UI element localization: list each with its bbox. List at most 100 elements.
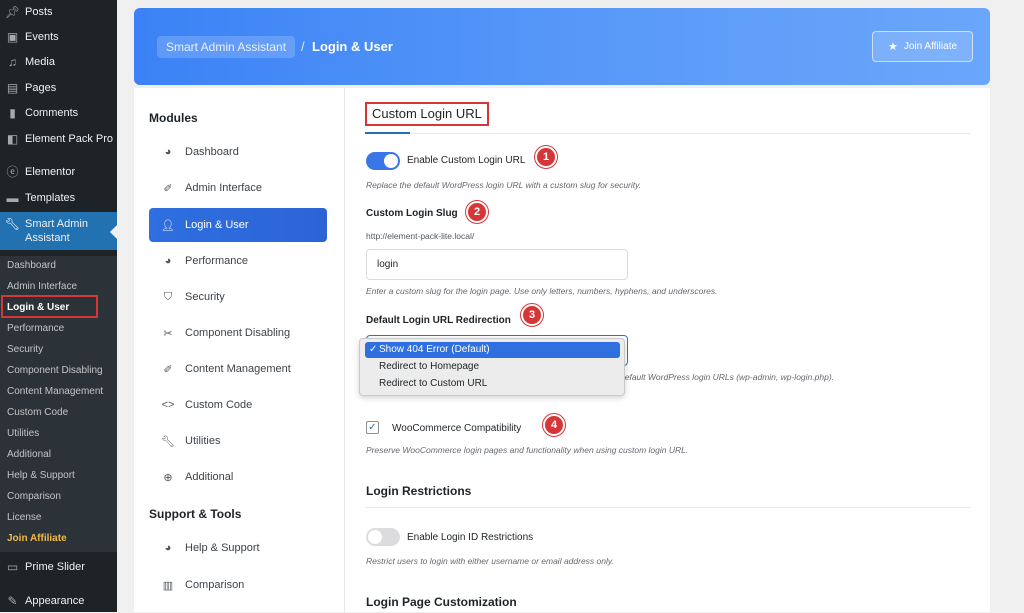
submenu-performance[interactable]: Performance bbox=[7, 323, 64, 334]
module-component-disabling[interactable]: ✂ Component Disabling bbox=[149, 316, 327, 350]
custom-slug-input[interactable]: login bbox=[366, 249, 628, 280]
module-security[interactable]: ⛉ Security bbox=[149, 280, 327, 314]
redirect-desc: default WordPress login URLs (wp-admin, … bbox=[620, 372, 835, 382]
slider-icon: ▭ bbox=[6, 560, 19, 574]
annotation-badge-3: 3 bbox=[521, 304, 543, 326]
submenu-content-management[interactable]: Content Management bbox=[7, 386, 103, 397]
main-area: Smart Admin Assistant / Login & User ★ J… bbox=[117, 0, 1024, 612]
module-label: Custom Code bbox=[185, 399, 253, 411]
menu-appearance[interactable]: ✎ Appearance bbox=[0, 589, 117, 613]
module-content-management[interactable]: ✐ Content Management bbox=[149, 352, 327, 386]
annotation-badge-2: 2 bbox=[466, 201, 488, 223]
module-label: Content Management bbox=[185, 363, 291, 375]
option-label: Redirect to Homepage bbox=[379, 361, 480, 372]
modules-panel: Modules ◕ Dashboard ✐ Admin Interface 👤︎ Lo… bbox=[134, 88, 344, 612]
tool-comparison[interactable]: ▥ Comparison bbox=[149, 568, 327, 602]
menu-label: Smart Admin Assistant bbox=[25, 218, 88, 244]
menu-label: Events bbox=[25, 31, 59, 43]
module-performance[interactable]: ◕ Performance bbox=[149, 244, 327, 278]
pages-icon: ▤ bbox=[6, 81, 19, 95]
pin-icon: ✐ bbox=[163, 363, 173, 376]
menu-posts[interactable]: 📌︎ Posts bbox=[0, 0, 117, 24]
content-card: Modules ◕ Dashboard ✐ Admin Interface 👤︎ Lo… bbox=[134, 88, 990, 612]
module-dashboard[interactable]: ◕ Dashboard bbox=[149, 135, 327, 169]
submenu-join-affiliate[interactable]: Join Affiliate bbox=[7, 533, 67, 544]
login-restrictions-title: Login Restrictions bbox=[366, 484, 472, 498]
check-icon: ✓ bbox=[369, 344, 378, 355]
submenu-help-support[interactable]: Help & Support bbox=[7, 470, 75, 481]
broom-icon: ✂ bbox=[163, 327, 173, 340]
palette-icon: ◕ bbox=[164, 255, 172, 267]
redirect-dropdown-list: ✓ Show 404 Error (Default) Redirect to Ho… bbox=[359, 338, 625, 396]
tool-label: Comparison bbox=[185, 579, 245, 591]
breadcrumb-root[interactable]: Smart Admin Assistant bbox=[157, 36, 296, 58]
submenu-comparison[interactable]: Comparison bbox=[7, 491, 61, 502]
wp-admin-sidebar: 📌︎ Posts ▣ Events ♫ Media ▤ Pages ▮ Comments … bbox=[0, 0, 117, 612]
woocommerce-desc: Preserve WooCommerce login pages and fun… bbox=[366, 445, 689, 455]
redirect-option-custom-url[interactable]: Redirect to Custom URL bbox=[365, 376, 620, 392]
submenu-additional[interactable]: Additional bbox=[7, 449, 51, 460]
module-admin-interface[interactable]: ✐ Admin Interface bbox=[149, 171, 327, 205]
elementor-icon: ⓔ bbox=[6, 165, 19, 179]
menu-media[interactable]: ♫ Media bbox=[0, 50, 117, 74]
tool-label: Help & Support bbox=[185, 542, 260, 554]
login-id-restrictions-toggle[interactable] bbox=[366, 528, 400, 546]
element-pack-icon: ◧ bbox=[6, 132, 19, 146]
shield-icon: ⛉ bbox=[163, 290, 173, 303]
star-icon: ★ bbox=[887, 41, 898, 53]
menu-element-pack-pro[interactable]: ◧ Element Pack Pro bbox=[0, 127, 117, 151]
submenu-dashboard[interactable]: Dashboard bbox=[7, 260, 56, 271]
submenu-custom-code[interactable]: Custom Code bbox=[7, 407, 68, 418]
wrench-icon: 🔧︎ bbox=[161, 435, 175, 448]
module-login-user[interactable]: 👤︎ Login & User bbox=[149, 208, 327, 242]
woocommerce-checkbox[interactable]: ✓ bbox=[366, 421, 379, 434]
palette-icon: ◕ bbox=[164, 146, 172, 158]
tool-help-support[interactable]: ◕ Help & Support bbox=[149, 531, 327, 565]
menu-elementor[interactable]: ⓔ Elementor bbox=[0, 160, 117, 184]
submenu-security[interactable]: Security bbox=[7, 344, 43, 355]
submenu-component-disabling[interactable]: Component Disabling bbox=[7, 365, 103, 376]
redirect-option-404[interactable]: ✓ Show 404 Error (Default) bbox=[365, 342, 620, 358]
option-label: Show 404 Error (Default) bbox=[379, 344, 490, 355]
menu-prime-slider[interactable]: ▭ Prime Slider bbox=[0, 555, 117, 579]
module-additional[interactable]: ⊕ Additional bbox=[149, 460, 327, 494]
menu-smart-admin-assistant[interactable]: 🔧︎ Smart Admin Assistant bbox=[0, 212, 117, 250]
plus-circle-icon: ⊕ bbox=[163, 471, 173, 484]
custom-slug-label: Custom Login Slug bbox=[366, 208, 458, 219]
modules-title: Modules bbox=[149, 111, 198, 125]
media-icon: ♫ bbox=[8, 55, 17, 69]
menu-comments[interactable]: ▮ Comments bbox=[0, 101, 117, 125]
redirect-label: Default Login URL Redirection bbox=[366, 315, 511, 326]
menu-pages[interactable]: ▤ Pages bbox=[0, 76, 117, 100]
slug-url-prefix: http://element-pack-lite.local/ bbox=[366, 231, 475, 241]
menu-label: Templates bbox=[25, 192, 76, 204]
menu-label: Elementor bbox=[25, 166, 76, 178]
enable-custom-login-toggle[interactable] bbox=[366, 152, 400, 170]
menu-label: Comments bbox=[25, 107, 79, 119]
comment-icon: ▮ bbox=[9, 106, 16, 120]
code-icon: <> bbox=[161, 399, 175, 411]
settings-panel: Custom Login URL Enable Custom Login URL… bbox=[345, 88, 990, 612]
module-utilities[interactable]: 🔧︎ Utilities bbox=[149, 424, 327, 458]
toggle-knob bbox=[368, 530, 382, 544]
bar-chart-icon: ▥ bbox=[162, 579, 174, 592]
user-icon: 👤︎ bbox=[161, 219, 175, 232]
module-custom-code[interactable]: <> Custom Code bbox=[149, 388, 327, 422]
submenu-utilities[interactable]: Utilities bbox=[7, 428, 39, 439]
folder-icon: ▬ bbox=[6, 191, 19, 205]
join-affiliate-label: Join Affiliate bbox=[903, 41, 958, 52]
page-header: Smart Admin Assistant / Login & User ★ J… bbox=[134, 8, 990, 85]
highlight-box bbox=[1, 295, 98, 318]
redirect-option-homepage[interactable]: Redirect to Homepage bbox=[365, 359, 620, 375]
menu-events[interactable]: ▣ Events bbox=[0, 25, 117, 49]
module-label: Component Disabling bbox=[185, 327, 291, 339]
menu-templates[interactable]: ▬ Templates bbox=[0, 186, 117, 210]
submenu-admin-interface[interactable]: Admin Interface bbox=[7, 281, 77, 292]
pin-icon: ✐ bbox=[163, 182, 173, 195]
join-affiliate-button[interactable]: ★ Join Affiliate bbox=[872, 31, 973, 62]
menu-label: Element Pack Pro bbox=[25, 133, 114, 145]
submenu-license[interactable]: License bbox=[7, 512, 41, 523]
toggle-knob bbox=[384, 154, 398, 168]
annotation-badge-4: 4 bbox=[543, 414, 565, 436]
title-underline bbox=[365, 132, 410, 134]
